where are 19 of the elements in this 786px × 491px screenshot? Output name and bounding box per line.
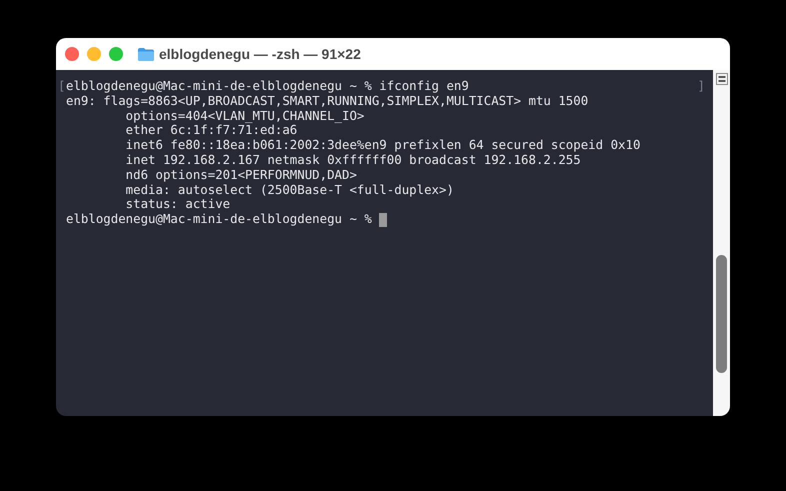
marks-icon[interactable]: [716, 73, 728, 85]
zoom-button[interactable]: [109, 47, 123, 61]
folder-icon: [138, 48, 154, 60]
terminal-line: en9: flags=8863<UP,BROADCAST,SMART,RUNNING,SIMPLEX,MULTICAST> mtu 1500: [66, 94, 588, 109]
window-title: elblogdenegu — -zsh — 91×22: [159, 46, 361, 62]
prompt-mark: ]: [698, 78, 705, 94]
terminal-line: status: active: [124, 197, 230, 212]
terminal-line: ether 6c:1f:f7:71:ed:a6: [124, 123, 298, 138]
terminal-line: elblogdenegu@Mac-mini-de-elblogdenegu ~ %: [66, 212, 373, 227]
terminal-line: media: autoselect (2500Base-T <full-duplex>): [124, 182, 454, 198]
close-button[interactable]: [65, 47, 79, 61]
terminal-line: options=404<VLAN_MTU,CHANNEL_IO>: [126, 108, 364, 124]
terminal-line: inet6 fe80::18ea:b061:2002:3dee%en9 prefixlen 64 secured scopeid 0x10: [124, 138, 640, 153]
prompt-mark: [: [58, 78, 66, 94]
terminal-line: nd6 options=201<PERFORMNUD,DAD>: [124, 168, 357, 183]
terminal-line: elblogdenegu@Mac-mini-de-elblogdenegu ~ % ifconfig en9: [66, 79, 469, 94]
terminal-line: inet 192.168.2.167 netmask 0xffffff00 broadcast 192.168.2.255: [124, 152, 581, 168]
minimize-button[interactable]: [87, 47, 101, 61]
scrollbar-thumb[interactable]: [716, 255, 727, 373]
